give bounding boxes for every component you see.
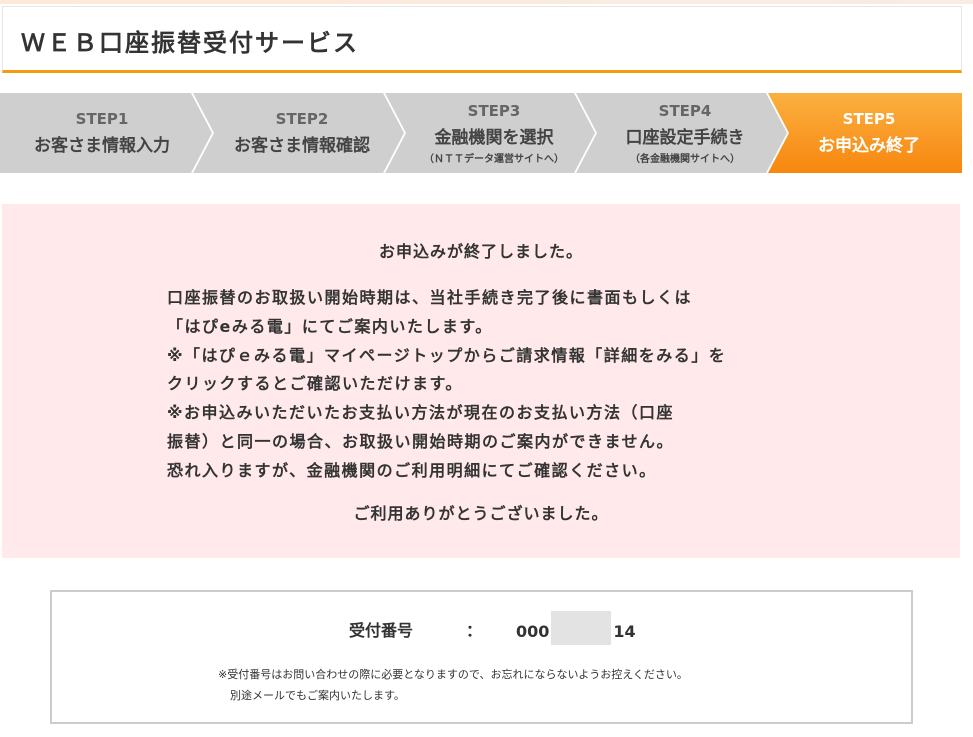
step-4-title: 口座設定手続き: [625, 127, 745, 148]
step-progress-bar: STEP1 お客さま情報入力 STEP2 お客さま情報確認 STEP3 金融機関…: [0, 93, 962, 173]
step-3: STEP3 金融機関を選択 （ＮＴＴデータ運営サイトへ）: [392, 93, 596, 173]
receipt-number-box: 受付番号 ： 000 14 ※受付番号はお問い合わせの際に必要となりますので、お…: [50, 590, 913, 724]
completion-line: クリックするとご確認いただけます。: [167, 374, 463, 394]
step-5-label: STEP5: [842, 110, 896, 128]
step-5-title: お申込み終了: [818, 136, 920, 156]
step-3-label: STEP3: [467, 101, 521, 120]
top-accent-strip: [0, 0, 973, 4]
receipt-colon: ：: [466, 621, 483, 640]
redacted-block: [551, 611, 612, 645]
step-5-current: STEP5 お申込み終了: [776, 93, 962, 173]
completion-line: ※「はぴｅみる電」マイページトップからご請求情報「詳細をみる」を: [167, 345, 727, 365]
step-3-subtitle: （ＮＴＴデータ運営サイトへ）: [424, 153, 564, 165]
step-2: STEP2 お客さま情報確認: [200, 93, 404, 173]
receipt-number-prefix: 000: [516, 621, 550, 641]
step-2-label: STEP2: [275, 110, 329, 128]
step-4: STEP4 口座設定手続き （各金融機関サイトへ）: [583, 93, 787, 173]
completion-line: 「はぴeみる電」にてご案内いたします。: [167, 316, 493, 336]
page-title: ＷＥＢ口座振替受付サービス: [21, 29, 359, 57]
receipt-number-suffix: 14: [613, 621, 636, 641]
step-2-title: お客さま情報確認: [234, 136, 370, 156]
page-header: ＷＥＢ口座振替受付サービス: [2, 6, 962, 73]
completion-title: お申込みが終了しました。: [378, 242, 583, 261]
completion-line: ※お申込みいただいたお支払い方法が現在のお支払い方法（口座: [167, 403, 675, 423]
receipt-note-line-2: 別途メールでもご案内いたします。: [230, 689, 405, 702]
step-1-label: STEP1: [75, 110, 129, 128]
completion-line: 口座振替のお取扱い開始時期は、当社手続き完了後に書面もしくは: [167, 288, 693, 307]
step-4-label: STEP4: [658, 101, 712, 120]
step-1: STEP1 お客さま情報入力: [0, 93, 204, 173]
receipt-note-line-1: ※受付番号はお問い合わせの際に必要となりますので、お忘れにならないようお控えくだ…: [218, 668, 688, 681]
receipt-number-label: 受付番号: [349, 621, 414, 640]
completion-message-panel: お申込みが終了しました。 口座振替のお取扱い開始時期は、当社手続き完了後に書面も…: [2, 204, 960, 558]
receipt-note: ※受付番号はお問い合わせの際に必要となりますので、お忘れにならないようお控えくだ…: [218, 664, 688, 706]
completion-line: 振替）と同一の場合、お取扱い開始時期のご案内ができません。: [167, 431, 675, 451]
step-4-subtitle: （各金融機関サイトへ）: [630, 153, 740, 165]
step-3-title: 金融機関を選択: [434, 127, 554, 148]
thanks-message: ご利用ありがとうございました。: [353, 504, 609, 523]
completion-body: 口座振替のお取扱い開始時期は、当社手続き完了後に書面もしくは 「はぴeみる電」に…: [167, 284, 827, 486]
receipt-number-value: 000 14: [516, 611, 636, 645]
completion-line: 恐れ入りますが、金融機関のご利用明細にてご確認ください。: [167, 460, 657, 480]
step-1-title: お客さま情報入力: [34, 136, 170, 156]
